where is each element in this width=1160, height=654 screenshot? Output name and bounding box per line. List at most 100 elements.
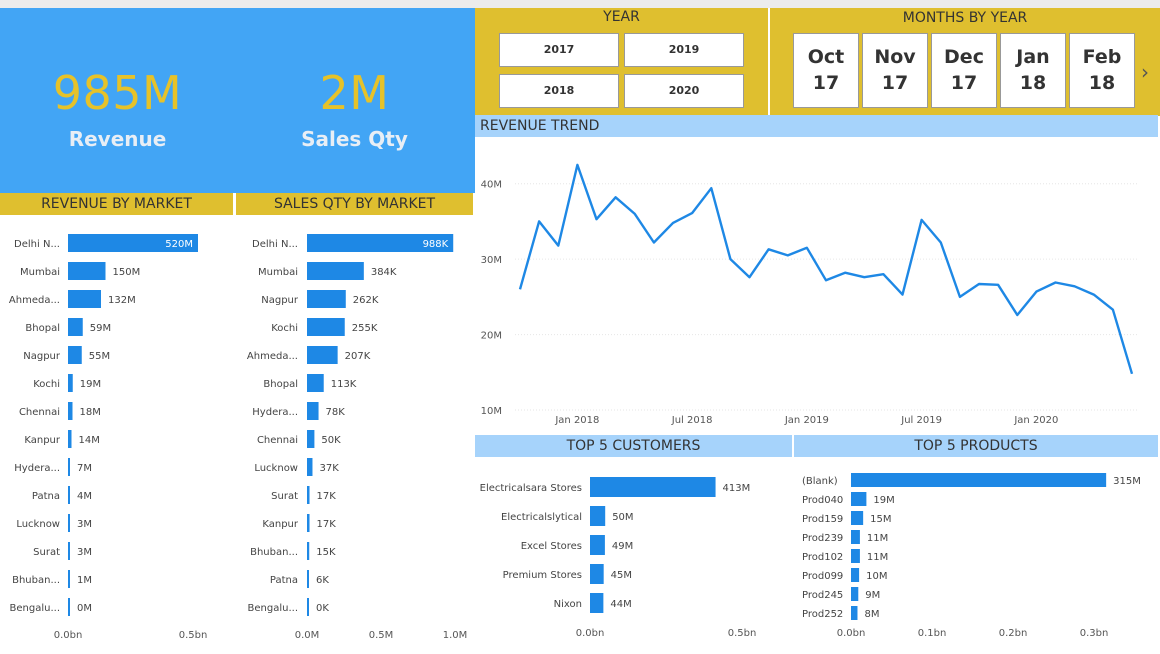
line-point[interactable]	[669, 219, 677, 227]
bar[interactable]	[68, 430, 72, 448]
bar[interactable]	[68, 374, 73, 392]
line-point[interactable]	[726, 255, 734, 263]
bar[interactable]	[851, 530, 860, 544]
line-point[interactable]	[554, 242, 562, 250]
bar[interactable]	[307, 486, 310, 504]
bar[interactable]	[68, 290, 101, 308]
bar[interactable]	[307, 514, 310, 532]
bar[interactable]	[68, 346, 82, 364]
line-point[interactable]	[1071, 282, 1079, 290]
line-point[interactable]	[937, 239, 945, 247]
line-point[interactable]	[707, 184, 715, 192]
chevron-right-icon[interactable]: ›	[1141, 60, 1149, 84]
category-label: Prod159	[802, 514, 843, 525]
x-tick-label: 0.0M	[295, 630, 320, 641]
bar[interactable]	[307, 318, 345, 336]
data-label: 45M	[611, 570, 632, 581]
category-label: Nagpur	[23, 351, 61, 362]
line-point[interactable]	[1109, 306, 1117, 314]
line-point[interactable]	[994, 281, 1002, 289]
line-point[interactable]	[1128, 370, 1136, 378]
x-tick-label: Jan 2019	[784, 415, 829, 426]
line-point[interactable]	[593, 215, 601, 223]
bar[interactable]	[851, 587, 859, 601]
bar[interactable]	[590, 593, 604, 613]
line-point[interactable]	[765, 245, 773, 253]
line-point[interactable]	[612, 193, 620, 201]
year-button-2019[interactable]: 2019	[624, 33, 744, 67]
bar[interactable]	[307, 570, 309, 588]
bar[interactable]	[851, 549, 860, 563]
bar[interactable]	[307, 374, 324, 392]
bar[interactable]	[68, 598, 70, 616]
line-point[interactable]	[573, 161, 581, 169]
bar[interactable]	[307, 458, 313, 476]
year-button-2020[interactable]: 2020	[624, 74, 744, 108]
month-button[interactable]: Dec 17	[931, 33, 997, 108]
line-point[interactable]	[1013, 311, 1021, 319]
category-label: Prod252	[802, 609, 843, 620]
line-point[interactable]	[688, 209, 696, 217]
bar[interactable]	[851, 606, 858, 620]
line-point[interactable]	[784, 251, 792, 259]
bar[interactable]	[590, 535, 605, 555]
bar[interactable]	[307, 598, 309, 616]
line-point[interactable]	[918, 216, 926, 224]
category-label: Lucknow	[16, 519, 60, 530]
month-name: Nov	[874, 46, 916, 68]
line-point[interactable]	[803, 244, 811, 252]
bar[interactable]	[68, 458, 70, 476]
bar[interactable]	[68, 262, 106, 280]
month-button[interactable]: Jan 18	[1000, 33, 1066, 108]
line-point[interactable]	[535, 217, 543, 225]
top-customers-header: TOP 5 CUSTOMERS	[475, 435, 792, 457]
bar[interactable]	[68, 514, 70, 532]
bar[interactable]	[68, 570, 70, 588]
bar[interactable]	[590, 477, 716, 497]
bar[interactable]	[851, 568, 860, 582]
year-button-2018[interactable]: 2018	[499, 74, 619, 108]
line-point[interactable]	[975, 280, 983, 288]
bar[interactable]	[307, 402, 319, 420]
line-point[interactable]	[650, 239, 658, 247]
line-point[interactable]	[956, 293, 964, 301]
year-button-2017[interactable]: 2017	[499, 33, 619, 67]
line-point[interactable]	[746, 273, 754, 281]
bar[interactable]	[307, 262, 364, 280]
month-year: 18	[1019, 72, 1047, 94]
category-label: Mumbai	[258, 267, 298, 278]
month-button[interactable]: Nov 17	[862, 33, 928, 108]
bar[interactable]	[590, 564, 604, 584]
bar[interactable]	[851, 473, 1107, 487]
category-label: Kochi	[33, 379, 60, 390]
bar[interactable]	[590, 506, 606, 526]
data-label: 9M	[865, 590, 880, 601]
line-point[interactable]	[516, 285, 524, 293]
bar[interactable]	[307, 542, 310, 560]
line-point[interactable]	[822, 276, 830, 284]
category-label: Hydera...	[252, 407, 298, 418]
line-point[interactable]	[1090, 291, 1098, 299]
line-point[interactable]	[1032, 288, 1040, 296]
line-point[interactable]	[879, 270, 887, 278]
bar[interactable]	[68, 318, 83, 336]
bar[interactable]	[307, 430, 315, 448]
month-button[interactable]: Feb 18	[1069, 33, 1135, 108]
bar[interactable]	[851, 511, 864, 525]
bar[interactable]	[68, 486, 70, 504]
bar[interactable]	[68, 402, 73, 420]
month-name: Oct	[807, 46, 845, 68]
line-point[interactable]	[841, 269, 849, 277]
data-label: 315M	[1113, 476, 1141, 487]
bar[interactable]	[307, 346, 338, 364]
line-point[interactable]	[1052, 279, 1060, 287]
line-point[interactable]	[631, 210, 639, 218]
line-point[interactable]	[860, 273, 868, 281]
bar[interactable]	[307, 290, 346, 308]
line-point[interactable]	[899, 291, 907, 299]
month-button[interactable]: Oct 17	[793, 33, 859, 108]
bar[interactable]	[851, 492, 867, 506]
bar[interactable]	[68, 542, 70, 560]
x-tick-label: 0.1bn	[918, 628, 947, 639]
category-label: Kochi	[271, 323, 298, 334]
